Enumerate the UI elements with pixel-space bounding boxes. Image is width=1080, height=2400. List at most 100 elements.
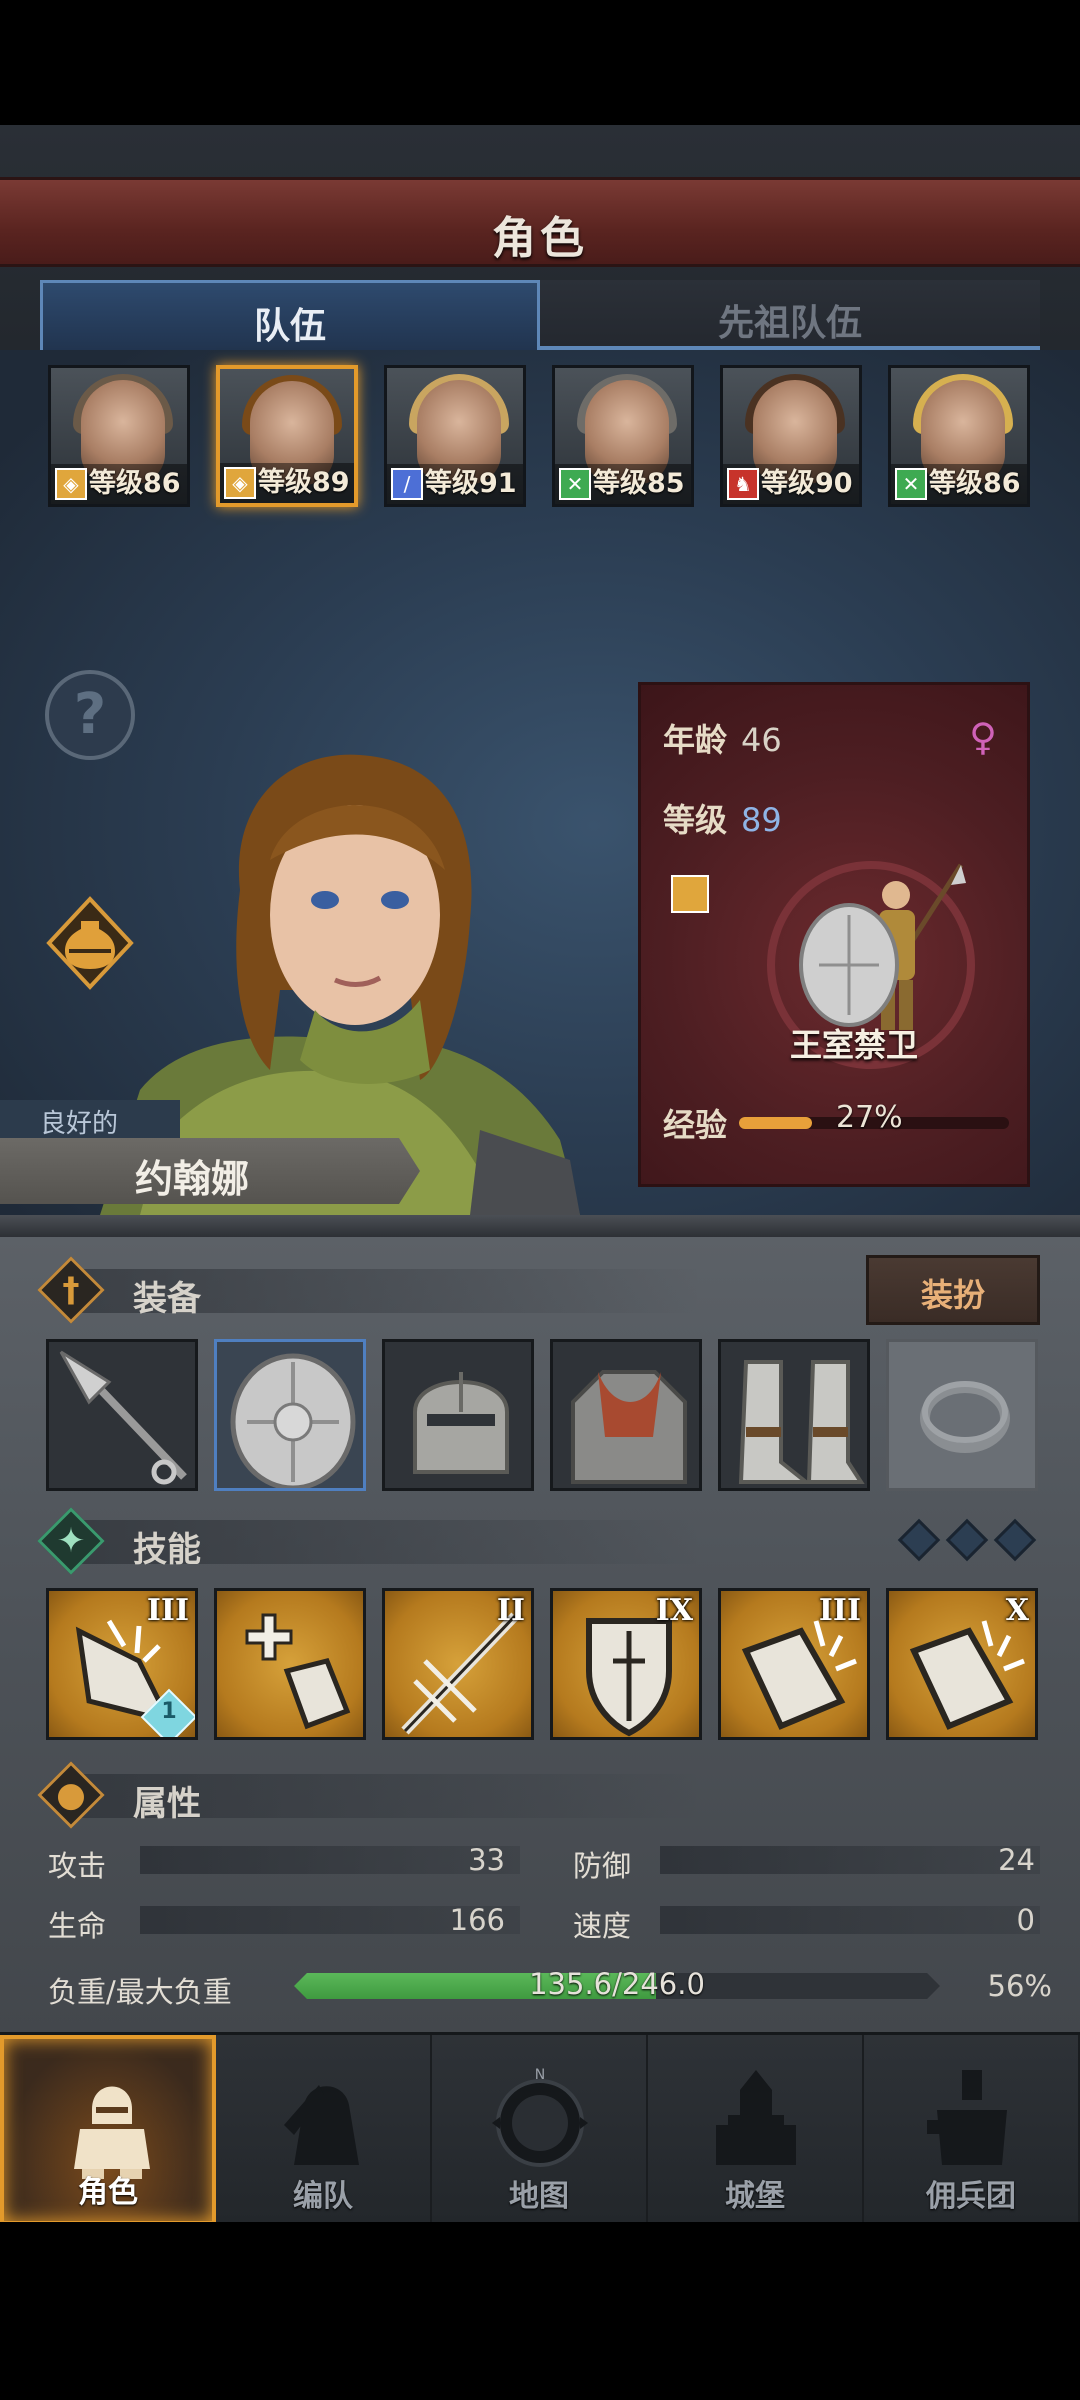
svg-text:N: N <box>535 2067 545 2083</box>
skill-tier: III <box>818 1593 861 1628</box>
nav-label: 地图 <box>509 2179 569 2214</box>
horse-icon: ♞ <box>727 468 759 500</box>
shield-icon: ◈ <box>55 468 87 500</box>
condition-label: 良好的 <box>0 1100 180 1139</box>
attributes-header: ● 属性 <box>37 1761 998 1829</box>
hero-level: 等级91 <box>425 468 517 499</box>
castle-icon <box>716 2070 796 2165</box>
attack-label: 攻击 <box>48 1849 107 1883</box>
age-label: 年龄 <box>663 721 728 759</box>
dagger-icon: † <box>62 1270 80 1310</box>
nav-label: 编队 <box>293 2179 353 2214</box>
shield-icon <box>230 1353 356 1488</box>
bottom-nav: 角色 编队 N 地图 城堡 佣兵团 <box>0 2032 1080 2225</box>
hero-roster: ◈ 等级86 ◈ 等级89 / 等级91 ✕ 等级85 ♞ 等级90 ✕ 等级8… <box>48 365 1038 510</box>
load-label: 负重/最大负重 <box>48 1975 232 2009</box>
equipment-header: † 装备 <box>37 1256 998 1324</box>
skill-slot[interactable]: III 1 <box>46 1588 198 1740</box>
hero-level: 等级85 <box>593 468 685 499</box>
mercenary-icon <box>927 2070 1007 2165</box>
exp-percent: 27% <box>836 1100 903 1135</box>
age-value: 46 <box>741 721 782 759</box>
hero-card[interactable]: ♞ 等级90 <box>720 365 862 507</box>
hero-card[interactable]: ✕ 等级85 <box>552 365 694 507</box>
hero-level: 等级86 <box>929 468 1021 499</box>
nav-castle[interactable]: 城堡 <box>648 2035 864 2225</box>
load-value: 135.6/246.0 <box>529 1967 705 2001</box>
skill-tier: X <box>1005 1593 1029 1628</box>
skill-slot[interactable] <box>214 1588 366 1740</box>
skill-slot[interactable]: III <box>718 1588 870 1740</box>
formation-icon <box>284 2085 359 2165</box>
tab-bar: 队伍 先祖队伍 <box>40 280 1040 350</box>
ring-icon <box>920 1381 1010 1453</box>
cross-icon: ✕ <box>559 468 591 500</box>
helmet-icon <box>413 1372 509 1474</box>
nav-character[interactable]: 角色 <box>0 2035 216 2225</box>
nav-label: 角色 <box>78 2175 138 2210</box>
character-name: 约翰娜 <box>0 1138 420 1204</box>
equip-slot-armor[interactable] <box>550 1339 702 1491</box>
nav-formation[interactable]: 编队 <box>216 2035 432 2225</box>
skill-gem-count: 1 <box>161 1699 177 1724</box>
exp-fill <box>739 1117 812 1129</box>
nav-map[interactable]: N 地图 <box>432 2035 648 2225</box>
boots-icon <box>738 1360 865 1484</box>
skill-slot[interactable]: II <box>382 1588 534 1740</box>
exp-label: 经验 <box>663 1106 728 1144</box>
female-icon: ♀ <box>969 715 997 759</box>
knight-icon <box>74 2086 150 2179</box>
nav-label: 佣兵团 <box>926 2179 1016 2214</box>
name-plate: 良好的 约翰娜 <box>0 1100 420 1210</box>
hero-card[interactable]: / 等级91 <box>384 365 526 507</box>
nav-label: 城堡 <box>725 2179 785 2214</box>
skill-tier: III <box>146 1593 189 1628</box>
divider <box>0 1215 1080 1237</box>
sword-icon: / <box>391 468 423 500</box>
hp-value: 166 <box>449 1903 505 1937</box>
equip-slot-ring[interactable] <box>886 1339 1038 1491</box>
title-banner: 角色 <box>0 177 1080 267</box>
equipment-label: 装备 <box>133 1279 201 1319</box>
person-icon: ● <box>56 1775 86 1815</box>
hero-card[interactable]: ✕ 等级86 <box>888 365 1030 507</box>
equip-slot-boots[interactable] <box>718 1339 870 1491</box>
nav-mercenary[interactable]: 佣兵团 <box>864 2035 1080 2225</box>
shield-icon: ◈ <box>224 467 256 499</box>
equip-slot-weapon[interactable] <box>46 1339 198 1491</box>
level-value: 89 <box>741 801 782 839</box>
hero-level: 等级90 <box>761 468 853 499</box>
shield-icon <box>671 875 709 913</box>
heal-shield-icon <box>245 1613 351 1730</box>
skills-label: 技能 <box>133 1530 201 1570</box>
equip-slot-shield[interactable] <box>214 1339 366 1491</box>
defense-label: 防御 <box>573 1849 632 1883</box>
hero-card[interactable]: ◈ 等级86 <box>48 365 190 507</box>
cross-icon: ✕ <box>895 468 927 500</box>
armor-icon <box>571 1370 687 1484</box>
class-name: 王室禁卫 <box>789 1026 918 1064</box>
info-card: 年龄 46 ♀ 等级 89 王室禁卫 经验 27% <box>638 682 1030 1187</box>
level-label: 等级 <box>663 801 728 839</box>
dress-up-button[interactable]: 装扮 <box>866 1255 1040 1325</box>
skill-slot[interactable]: IX <box>550 1588 702 1740</box>
age-row: 年龄 46 <box>663 715 782 761</box>
hp-label: 生命 <box>48 1909 107 1943</box>
tab-ancestor-team[interactable]: 先祖队伍 <box>540 280 1040 350</box>
star-icon: ✦ <box>56 1521 86 1561</box>
level-row: 等级 89 <box>663 795 782 841</box>
skill-tier: IX <box>655 1593 693 1628</box>
skill-tier: II <box>496 1593 525 1628</box>
defense-value: 24 <box>998 1843 1035 1877</box>
question-icon: ? <box>73 682 107 747</box>
speed-label: 速度 <box>573 1909 632 1943</box>
spear-icon <box>59 1350 187 1485</box>
tab-team[interactable]: 队伍 <box>40 280 540 350</box>
compass-map-icon: N <box>492 2067 588 2167</box>
skills-header: ✦ 技能 <box>37 1507 998 1575</box>
skill-slot[interactable]: X <box>886 1588 1038 1740</box>
page-title: 角色 <box>492 213 588 264</box>
hero-level: 等级89 <box>258 467 350 498</box>
equip-slot-helmet[interactable] <box>382 1339 534 1491</box>
hero-card-selected[interactable]: ◈ 等级89 <box>216 365 358 507</box>
